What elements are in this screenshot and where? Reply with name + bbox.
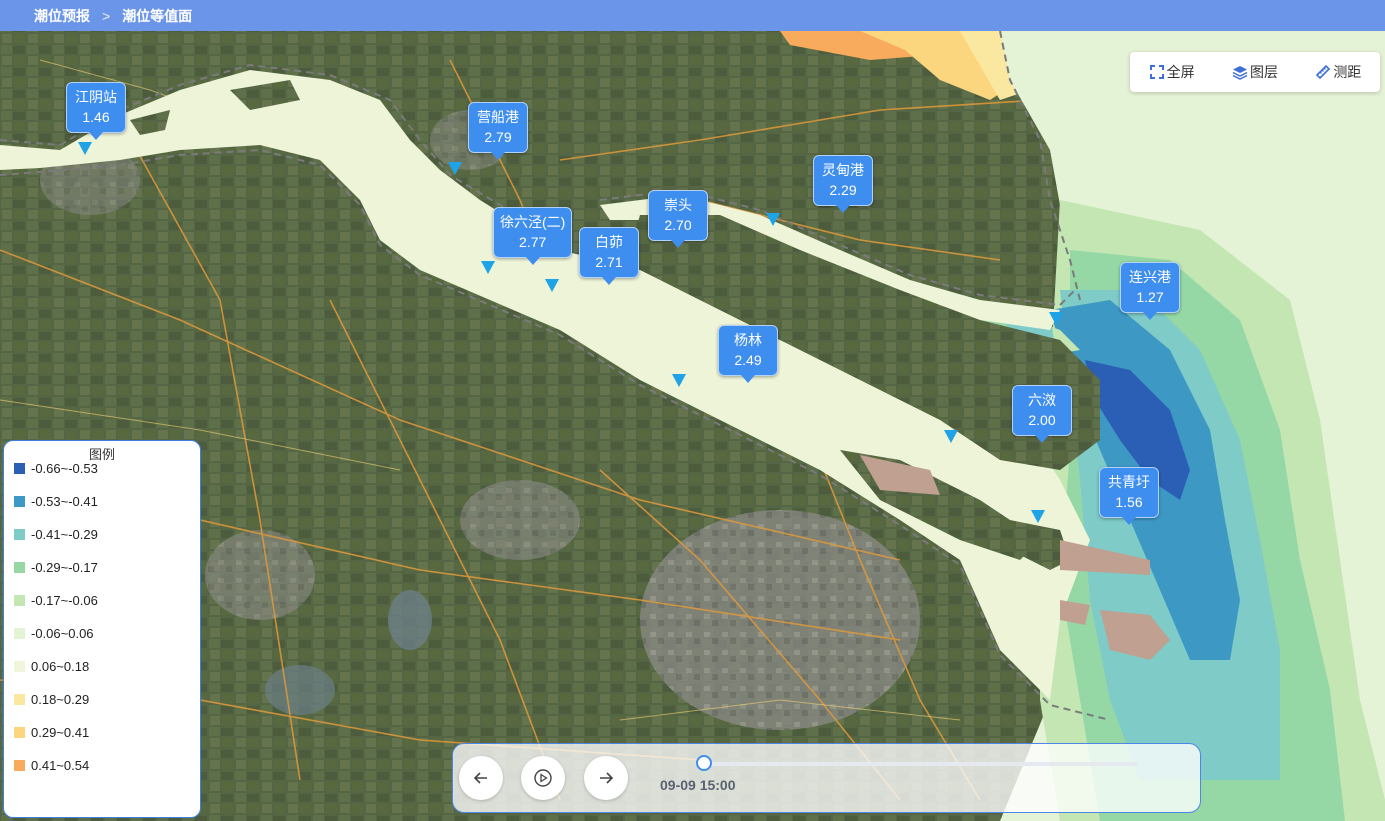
station-value: 2.29 [829,182,857,198]
legend-item: 0.06~0.18 [14,659,89,674]
breadcrumb-current: 潮位等值面 [122,7,193,24]
station-value: 2.49 [734,352,762,368]
legend-swatch [14,694,25,705]
map-toolbar: 全屏 图层 测距 [1130,52,1380,92]
legend-item: 0.29~0.41 [14,725,89,740]
station-marker-icon[interactable] [672,374,686,387]
breadcrumb-separator: > [102,7,111,24]
station-name: 连兴港 [1129,269,1171,285]
legend-item: -0.06~0.06 [14,626,94,641]
legend-label: -0.41~-0.29 [31,527,98,542]
time-player: 09-09 15:00 [452,743,1201,813]
station-value: 2.00 [1028,412,1056,428]
station-name: 江阴站 [75,89,117,105]
play-button[interactable] [521,756,565,800]
station-label-lingdiangang[interactable]: 灵甸港 2.29 [813,155,873,213]
satellite-basemap [0,31,1385,821]
timeline-track[interactable] [703,762,1138,766]
station-name: 崇头 [664,197,692,213]
station-marker-icon[interactable] [481,261,495,274]
ruler-icon [1316,64,1331,80]
arrow-right-icon [600,772,614,784]
legend-label: 0.18~0.29 [31,692,90,707]
legend-label: -0.17~-0.06 [31,593,98,608]
station-marker-icon[interactable] [78,142,92,155]
legend-label: 0.06~0.18 [31,659,90,674]
legend-item: 0.41~0.54 [14,758,89,773]
legend-label: -0.53~-0.41 [31,494,98,509]
legend-panel: 图例 -0.66~-0.53 -0.53~-0.41 -0.41~-0.29 -… [3,440,201,818]
layers-label: 图层 [1249,64,1278,80]
station-name: 共青圩 [1108,474,1150,490]
measure-label: 测距 [1333,64,1362,80]
station-label-gongqingwei[interactable]: 共青圩 1.56 [1099,467,1159,525]
station-label-jiangyin[interactable]: 江阴站 1.46 [66,82,126,140]
legend-swatch [14,727,25,738]
legend-swatch [14,529,25,540]
legend-item: -0.29~-0.17 [14,560,98,575]
legend-swatch [14,661,25,672]
station-label-liujiao[interactable]: 六滧 2.00 [1012,385,1072,443]
station-marker-icon[interactable] [766,213,780,226]
station-name: 六滧 [1028,392,1056,408]
station-marker-icon[interactable] [545,279,559,292]
station-value: 2.77 [519,234,547,250]
station-name: 杨林 [734,332,762,348]
station-value: 2.70 [664,217,692,233]
legend-item: -0.66~-0.53 [14,461,98,476]
legend-item: 0.18~0.29 [14,692,89,707]
station-value: 2.79 [484,129,512,145]
station-name: 灵甸港 [822,162,864,178]
legend-swatch [14,496,25,507]
legend-swatch [14,628,25,639]
measure-button[interactable]: 测距 [1315,62,1361,82]
legend-label: -0.06~0.06 [31,626,94,641]
station-label-yingchuangang[interactable]: 营船港 2.79 [468,102,528,160]
legend-item: -0.17~-0.06 [14,593,98,608]
legend-item: -0.41~-0.29 [14,527,98,542]
legend-swatch [14,760,25,771]
station-value: 2.71 [595,254,623,270]
station-label-lianxinggang[interactable]: 连兴港 1.27 [1120,262,1180,320]
current-time: 09-09 15:00 [660,777,736,793]
layers-icon [1232,66,1248,80]
station-label-baimao[interactable]: 白茆 2.71 [579,227,639,285]
legend-label: -0.66~-0.53 [31,461,98,476]
arrow-left-icon [473,772,487,784]
station-marker-icon[interactable] [1031,510,1045,523]
layers-button[interactable]: 图层 [1232,62,1278,82]
breadcrumb-root[interactable]: 潮位预报 [34,6,90,26]
breadcrumb: 潮位预报 > 潮位等值面 [0,0,1385,31]
station-marker-icon[interactable] [448,162,462,175]
legend-label: 0.41~0.54 [31,758,90,773]
station-value: 1.27 [1136,289,1164,305]
station-label-chongtou[interactable]: 崇头 2.70 [648,190,708,248]
next-button[interactable] [584,756,628,800]
map-canvas[interactable] [0,31,1385,821]
previous-button[interactable] [459,756,503,800]
station-value: 1.56 [1115,494,1143,510]
station-label-yanglin[interactable]: 杨林 2.49 [718,325,778,383]
station-label-xuliujing[interactable]: 徐六泾(二) 2.77 [493,207,573,265]
station-marker-icon[interactable] [944,430,958,443]
station-marker-icon[interactable] [1049,312,1063,325]
legend-label: 0.29~0.41 [31,725,90,740]
legend-swatch [14,562,25,573]
legend-item: -0.53~-0.41 [14,494,98,509]
legend-label: -0.29~-0.17 [31,560,98,575]
fullscreen-icon [1149,65,1164,79]
fullscreen-label: 全屏 [1166,64,1195,80]
legend-swatch [14,463,25,474]
station-name: 白茆 [595,234,623,250]
timeline-knob[interactable] [696,755,712,771]
play-icon [534,769,552,787]
legend-swatch [14,595,25,606]
fullscreen-button[interactable]: 全屏 [1149,62,1195,82]
station-name: 营船港 [477,109,519,125]
station-name: 徐六泾(二) [500,214,566,230]
station-value: 1.46 [82,109,110,125]
